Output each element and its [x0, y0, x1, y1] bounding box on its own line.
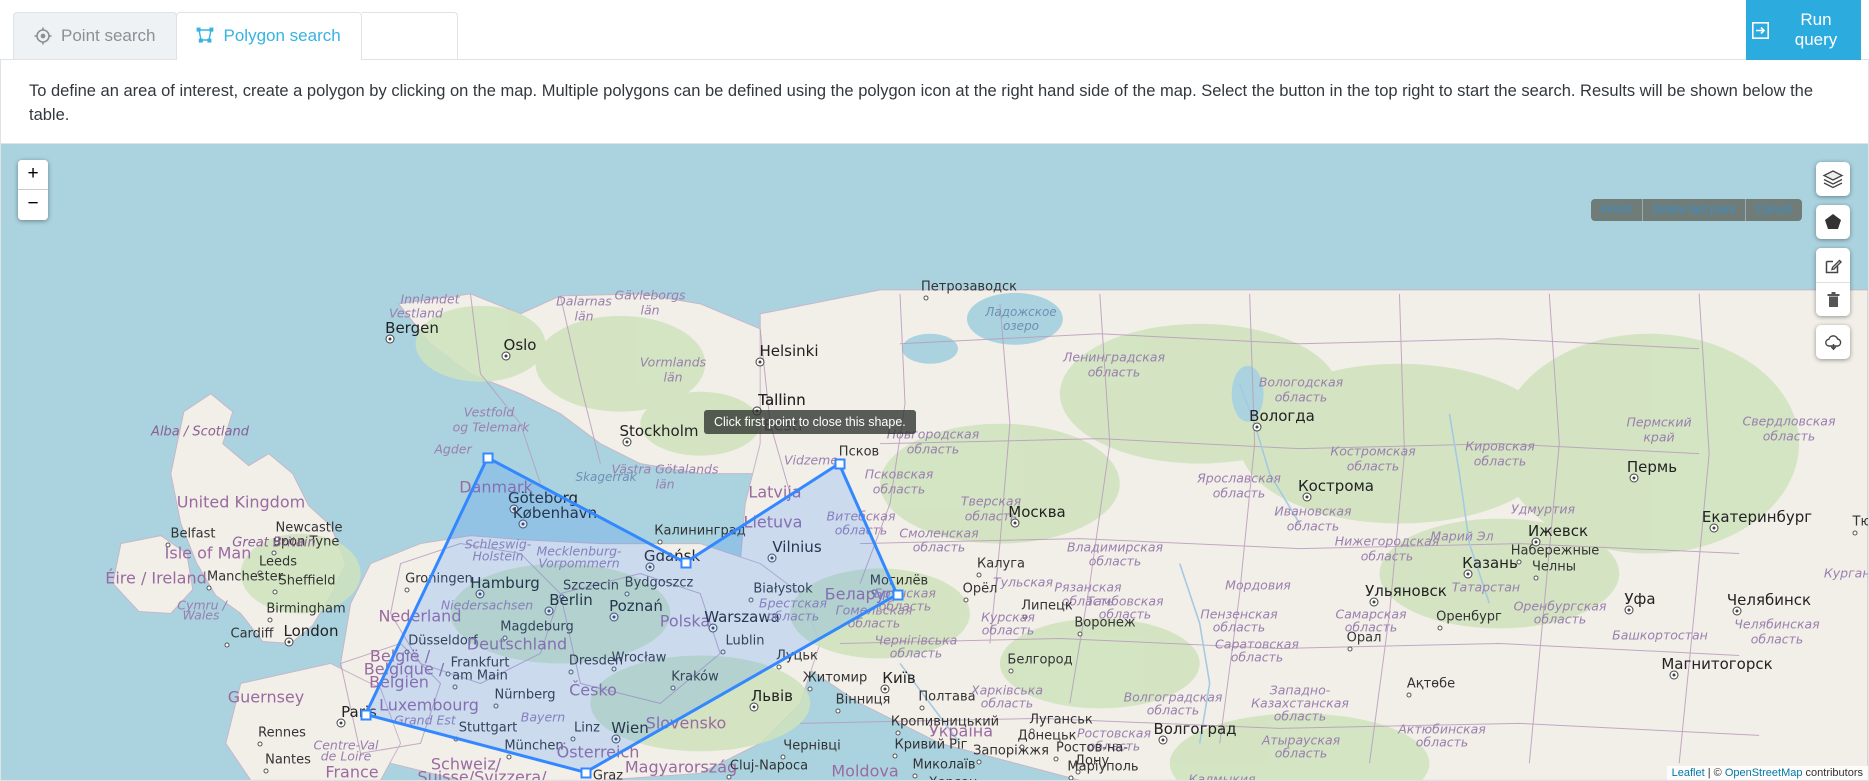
tab-polygon-search[interactable]: Polygon search	[175, 12, 362, 60]
map-attribution: Leaflet | © OpenStreetMap contributors	[1666, 766, 1868, 780]
polygon-vertex-handle[interactable]	[680, 557, 692, 569]
cloud-download-icon[interactable]	[1816, 325, 1850, 359]
polygon-vertices-layer	[1, 144, 1868, 780]
polygon-vertex-handle[interactable]	[892, 589, 904, 601]
polygon-vertex-handle[interactable]	[482, 452, 494, 464]
crosshair-icon	[33, 27, 52, 46]
tab-polygon-search-label: Polygon search	[223, 26, 341, 45]
tab-point-search[interactable]: Point search	[13, 12, 177, 59]
draw-action-bar: Finish Delete last point Cancel	[1591, 199, 1802, 221]
instructions-text: To define an area of interest, create a …	[0, 60, 1869, 144]
run-query-button[interactable]: Run query	[1746, 0, 1861, 60]
run-query-label: Run query	[1794, 10, 1838, 49]
polygon-vertex-handle[interactable]	[360, 709, 372, 721]
layers-icon[interactable]	[1816, 162, 1850, 196]
leaflet-link[interactable]: Leaflet	[1672, 767, 1705, 779]
attrib-separator: |	[1704, 767, 1714, 779]
drawing-tooltip: Click first point to close this shape.	[704, 410, 916, 434]
tab-filler	[361, 12, 458, 59]
finish-drawing-button[interactable]: Finish	[1591, 199, 1642, 221]
delete-layers-icon[interactable]	[1816, 282, 1850, 316]
openstreetmap-link[interactable]: OpenStreetMap	[1725, 767, 1803, 779]
cancel-drawing-button[interactable]: Cancel	[1745, 199, 1802, 221]
zoom-in-button[interactable]: +	[18, 160, 48, 190]
polygon-vertex-handle[interactable]	[834, 458, 846, 470]
arrow-box-icon	[1752, 21, 1769, 39]
tab-bar: Point search Polygon search Run query	[0, 0, 1869, 60]
layer-edit-group	[1816, 248, 1850, 316]
attrib-tail: contributors	[1802, 767, 1863, 779]
edit-layers-icon[interactable]	[1816, 248, 1850, 282]
delete-last-point-button[interactable]: Delete last point	[1641, 199, 1745, 221]
map-toolbar	[1816, 162, 1850, 359]
zoom-control: + −	[18, 160, 48, 220]
polygon-icon	[196, 27, 215, 46]
zoom-out-button[interactable]: −	[18, 190, 48, 220]
polygon-draw-icon[interactable]	[1816, 205, 1850, 239]
tab-strip: Point search Polygon search	[13, 0, 458, 60]
map-container[interactable]: Innlandet Dalarnas län Gävleborgs län Vestlan…	[0, 144, 1869, 781]
tab-point-search-label: Point search	[61, 26, 156, 45]
polygon-search-page: Point search Polygon search Run query To…	[0, 0, 1869, 781]
copyright-symbol: ©	[1713, 767, 1725, 779]
polygon-vertex-handle[interactable]	[580, 767, 592, 779]
